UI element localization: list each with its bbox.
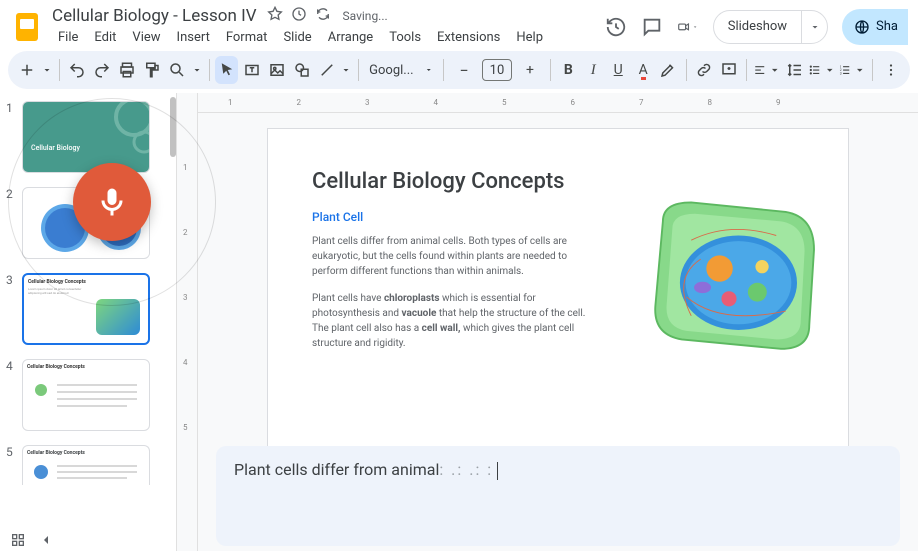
print-button[interactable] (116, 56, 139, 84)
slide-thumb-3[interactable]: Cellular Biology Concepts Lorem ipsum do… (22, 273, 150, 345)
menu-arrange[interactable]: Arrange (322, 28, 379, 47)
menu-insert[interactable]: Insert (171, 28, 216, 47)
history-icon[interactable] (605, 16, 627, 38)
slide-panel: 1 Cellular Biology 2 3 Cellular Biology … (0, 93, 176, 551)
share-label: Sha (876, 19, 898, 34)
text-color-button[interactable]: A (632, 56, 655, 84)
caption-text: Plant cells differ from animal (234, 460, 439, 479)
video-icon[interactable] (677, 16, 699, 38)
new-slide-caret[interactable] (41, 56, 53, 84)
slide-paragraph-2: Plant cells have chloroplasts which is e… (312, 291, 592, 351)
font-selector[interactable]: Googl... (365, 63, 437, 78)
plant-cell-image[interactable] (634, 193, 824, 363)
menu-extensions[interactable]: Extensions (431, 28, 506, 47)
paint-format-button[interactable] (141, 56, 164, 84)
redo-button[interactable] (91, 56, 114, 84)
menu-slide[interactable]: Slide (277, 28, 317, 47)
slideshow-caret[interactable] (801, 11, 827, 43)
new-slide-button[interactable] (16, 56, 39, 84)
menubar: File Edit View Insert Format Slide Arran… (52, 28, 597, 47)
thumb-row-1[interactable]: 1 Cellular Biology (6, 101, 170, 173)
bold-button[interactable]: B (557, 56, 580, 84)
slide-thumb-1[interactable]: Cellular Biology (22, 101, 150, 173)
italic-button[interactable]: I (582, 56, 605, 84)
menu-edit[interactable]: Edit (88, 28, 122, 47)
slideshow-button[interactable]: Slideshow (713, 10, 828, 44)
thumb-row-4[interactable]: 4 Cellular Biology Concepts (6, 359, 170, 431)
cloud-status-icon[interactable] (315, 6, 331, 26)
right-actions: Slideshow Sha (605, 9, 908, 45)
slide-body[interactable]: Plant cells differ from animal cells. Bo… (312, 234, 592, 351)
slide-paragraph-1: Plant cells differ from animal cells. Bo… (312, 234, 592, 279)
mic-button[interactable] (73, 163, 151, 241)
menu-tools[interactable]: Tools (383, 28, 427, 47)
add-comment-button[interactable] (717, 56, 740, 84)
svg-text:3: 3 (840, 72, 842, 76)
app-logo[interactable] (10, 10, 44, 44)
title-area: Cellular Biology - Lesson IV Saving... F… (52, 6, 597, 47)
speaker-notes[interactable]: Plant cells differ from animal: .: .: : (216, 446, 900, 546)
move-icon[interactable] (291, 6, 307, 26)
more-tools-button[interactable] (879, 56, 902, 84)
line-caret[interactable] (340, 56, 352, 84)
line-tool[interactable] (315, 56, 338, 84)
menu-file[interactable]: File (52, 28, 84, 47)
menu-format[interactable]: Format (220, 28, 274, 47)
grid-view-icon[interactable] (10, 532, 26, 552)
document-title[interactable]: Cellular Biology - Lesson IV (52, 6, 257, 26)
globe-icon (854, 19, 870, 35)
vertical-ruler: 1 2 3 4 5 (176, 93, 198, 551)
thumb-row-5[interactable]: 5 Cellular Biology Concepts (6, 445, 170, 485)
line-spacing-button[interactable] (783, 56, 806, 84)
shape-tool[interactable] (290, 56, 313, 84)
star-icon[interactable] (267, 6, 283, 26)
comment-icon[interactable] (641, 16, 663, 38)
align-button[interactable] (753, 56, 781, 84)
bullet-list-button[interactable] (808, 56, 836, 84)
image-tool[interactable] (265, 56, 288, 84)
thumb-4-content (27, 370, 147, 420)
toolbar: Googl... − 10 + B I U A 123 (8, 51, 910, 89)
select-tool[interactable] (215, 56, 238, 84)
highlight-button[interactable] (657, 56, 680, 84)
undo-button[interactable] (66, 56, 89, 84)
textbox-tool[interactable] (240, 56, 263, 84)
titlebar: Cellular Biology - Lesson IV Saving... F… (0, 0, 918, 47)
zoom-caret[interactable] (191, 56, 203, 84)
save-status: Saving... (343, 9, 388, 23)
zoom-button[interactable] (166, 56, 189, 84)
microphone-icon (94, 184, 130, 220)
bottom-bar (10, 532, 54, 552)
slide-title[interactable]: Cellular Biology Concepts (312, 169, 804, 194)
slide-thumb-4[interactable]: Cellular Biology Concepts (22, 359, 150, 431)
underline-button[interactable]: U (607, 56, 630, 84)
share-button[interactable]: Sha (842, 9, 908, 45)
caption-cursor (497, 462, 498, 480)
link-button[interactable] (692, 56, 715, 84)
numbered-list-button[interactable]: 123 (838, 56, 866, 84)
font-size-increase[interactable]: + (516, 56, 544, 84)
collapse-panel-icon[interactable] (38, 532, 54, 552)
menu-help[interactable]: Help (510, 28, 549, 47)
slide-thumb-5[interactable]: Cellular Biology Concepts (22, 445, 150, 485)
font-size-decrease[interactable]: − (450, 56, 478, 84)
slideshow-label[interactable]: Slideshow (714, 11, 801, 43)
horizontal-ruler: 123456789 (198, 93, 918, 113)
slide-canvas[interactable]: Cellular Biology Concepts Plant Cell Pla… (268, 129, 848, 449)
font-size-input[interactable]: 10 (482, 59, 512, 81)
menu-view[interactable]: View (126, 28, 166, 47)
thumb-1-decoration (94, 101, 150, 157)
thumb-row-3[interactable]: 3 Cellular Biology Concepts Lorem ipsum … (6, 273, 170, 345)
